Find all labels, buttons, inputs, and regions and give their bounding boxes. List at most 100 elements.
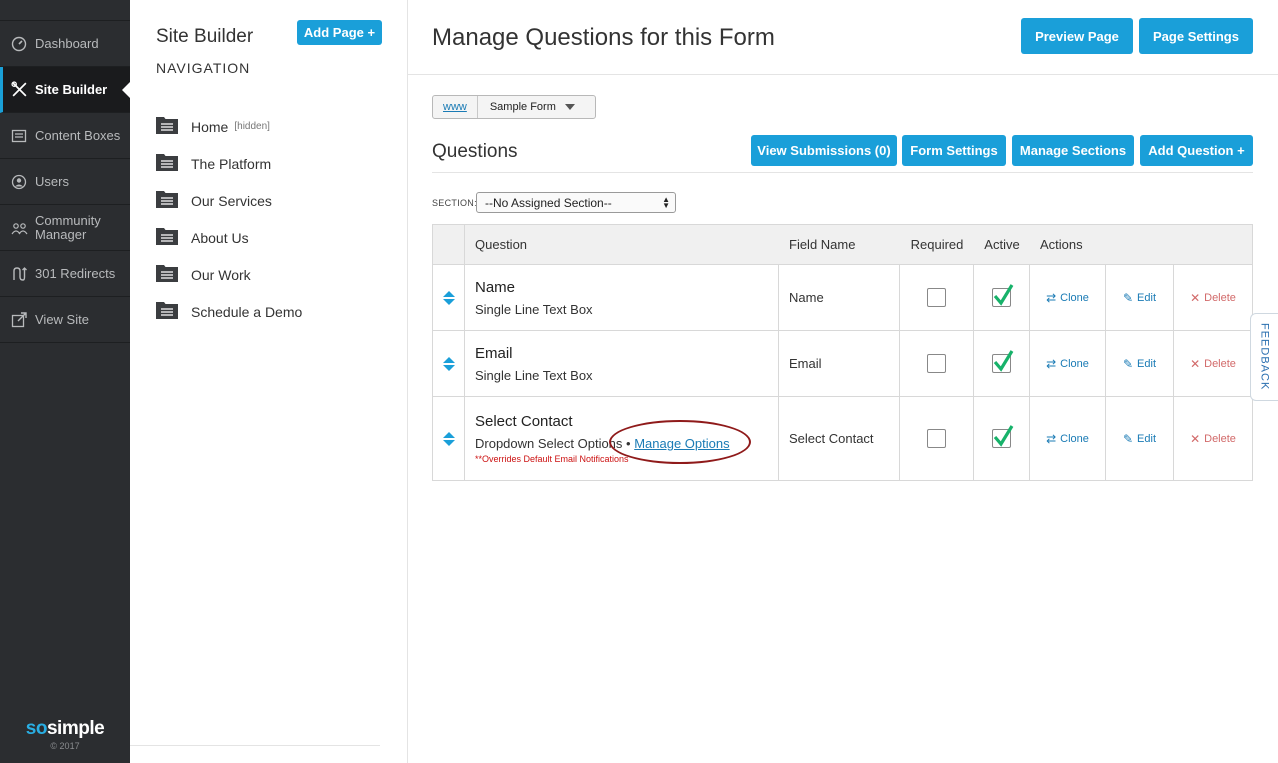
copyright-text: © 2017 — [50, 741, 80, 751]
nav-page-the-platform[interactable]: The Platform — [156, 145, 302, 182]
table-row: Name Single Line Text Box Name ⇄ Clone ✎ E… — [433, 265, 1252, 331]
nav-page-label: Our Work — [191, 266, 251, 283]
sidebar-item-label: View Site — [35, 311, 89, 327]
question-name: Email — [475, 344, 513, 362]
nav-page-our-services[interactable]: Our Services — [156, 182, 302, 219]
edit-link[interactable]: ✎ Edit — [1123, 291, 1156, 305]
question-type: Single Line Text Box — [475, 301, 593, 317]
close-icon: ✕ — [1190, 290, 1201, 305]
check-icon — [993, 284, 1014, 306]
nav-page-label: The Platform — [191, 155, 272, 172]
clone-label: Clone — [1060, 291, 1089, 304]
edit-cell: ✎ Edit — [1106, 265, 1174, 330]
override-note: **Overrides Default Email Notifications — [475, 454, 629, 464]
close-icon: ✕ — [1190, 356, 1201, 371]
manage-sections-button[interactable]: Manage Sections — [1012, 135, 1134, 166]
feedback-label: FEEDBACK — [1258, 323, 1271, 391]
clone-link[interactable]: ⇄ Clone — [1046, 432, 1089, 446]
sidebar-item-dashboard[interactable]: Dashboard — [0, 21, 130, 67]
field-name-cell: Name — [779, 265, 900, 330]
table-header-row: Question Field Name Required Active Acti… — [433, 225, 1252, 265]
header-question: Question — [475, 237, 528, 252]
clone-cell: ⇄ Clone — [1030, 397, 1106, 480]
nav-page-about-us[interactable]: About Us — [156, 219, 302, 256]
breadcrumb: www Sample Form — [432, 95, 596, 119]
navigation-panel: Site Builder Add Page + NAVIGATION Home … — [130, 0, 408, 763]
clone-cell: ⇄ Clone — [1030, 331, 1106, 396]
sidebar-item-community-manager[interactable]: Community Manager — [0, 205, 130, 251]
page-folder-icon — [156, 301, 178, 322]
refresh-icon: ⇄ — [1046, 431, 1057, 446]
clone-cell: ⇄ Clone — [1030, 265, 1106, 330]
nav-page-label: Schedule a Demo — [191, 303, 303, 320]
nav-page-label: Our Services — [191, 192, 272, 209]
questions-heading: Questions — [432, 141, 518, 162]
clone-label: Clone — [1060, 357, 1089, 370]
required-checkbox[interactable] — [927, 354, 946, 373]
breadcrumb-root-link[interactable]: www — [433, 96, 478, 118]
sidebar-item-label: Dashboard — [35, 35, 99, 51]
drag-handle-icon[interactable] — [433, 397, 465, 480]
navigation-heading: NAVIGATION — [156, 60, 251, 76]
content-boxes-icon — [10, 127, 28, 145]
refresh-icon: ⇄ — [1046, 290, 1057, 305]
add-page-button[interactable]: Add Page + — [297, 20, 382, 45]
sidebar-item-site-builder[interactable]: Site Builder — [0, 67, 130, 113]
section-select[interactable]: --No Assigned Section-- ▲ ▼ — [476, 192, 676, 213]
form-settings-button[interactable]: Form Settings — [902, 135, 1006, 166]
question-name: Name — [475, 278, 516, 296]
active-cell — [974, 331, 1030, 396]
delete-link[interactable]: ✕ Delete — [1190, 432, 1236, 446]
page-title: Manage Questions for this Form — [432, 24, 775, 51]
active-cell — [974, 397, 1030, 480]
page-folder-icon — [156, 227, 178, 248]
delete-link[interactable]: ✕ Delete — [1190, 291, 1236, 305]
feedback-tab[interactable]: FEEDBACK — [1250, 313, 1278, 401]
page-folder-icon — [156, 116, 178, 137]
view-submissions-button[interactable]: View Submissions (0) — [751, 135, 897, 166]
sidebar-item-users[interactable]: Users — [0, 159, 130, 205]
active-checkbox[interactable] — [992, 425, 1014, 448]
add-question-button[interactable]: Add Question + — [1140, 135, 1253, 166]
manage-options-link[interactable]: Manage Options — [634, 436, 729, 451]
sidebar-item-301-redirects[interactable]: 301 Redirects — [0, 251, 130, 297]
question-type: Single Line Text Box — [475, 367, 593, 383]
header-field-name: Field Name — [789, 237, 856, 252]
nav-page-schedule-a-demo[interactable]: Schedule a Demo — [156, 293, 302, 330]
active-checkbox[interactable] — [992, 284, 1014, 307]
question-name: Select Contact — [475, 413, 573, 430]
edit-link[interactable]: ✎ Edit — [1123, 432, 1156, 446]
required-checkbox[interactable] — [927, 429, 946, 448]
clone-link[interactable]: ⇄ Clone — [1046, 357, 1089, 371]
nav-page-our-work[interactable]: Our Work — [156, 256, 302, 293]
edit-label: Edit — [1137, 432, 1157, 445]
sidebar-item-content-boxes[interactable]: Content Boxes — [0, 113, 130, 159]
external-link-icon — [10, 311, 28, 329]
edit-cell: ✎ Edit — [1106, 397, 1174, 480]
edit-label: Edit — [1137, 291, 1157, 304]
dashboard-icon — [10, 35, 28, 53]
drag-handle-icon[interactable] — [433, 331, 465, 396]
header-drag-cell — [433, 225, 465, 264]
required-checkbox[interactable] — [927, 288, 946, 307]
breadcrumb-current-dropdown[interactable]: Sample Form — [478, 101, 575, 113]
clone-link[interactable]: ⇄ Clone — [1046, 291, 1089, 305]
sidebar-item-label: Content Boxes — [35, 127, 121, 143]
user-icon — [10, 173, 28, 191]
active-checkbox[interactable] — [992, 350, 1014, 373]
required-cell — [900, 397, 974, 480]
table-row: Email Single Line Text Box Email ⇄ Clone … — [433, 331, 1252, 397]
brand-logo: sosimple © 2017 — [0, 718, 130, 751]
drag-handle-icon[interactable] — [433, 265, 465, 330]
delete-label: Delete — [1204, 291, 1236, 304]
section-select-value: --No Assigned Section-- — [485, 195, 612, 210]
close-icon: ✕ — [1190, 431, 1201, 446]
preview-page-button[interactable]: Preview Page — [1021, 18, 1133, 54]
delete-link[interactable]: ✕ Delete — [1190, 357, 1236, 371]
questions-table: Question Field Name Required Active Acti… — [432, 224, 1253, 481]
sidebar-item-view-site[interactable]: View Site — [0, 297, 130, 343]
nav-page-home[interactable]: Home [hidden] — [156, 108, 302, 145]
edit-link[interactable]: ✎ Edit — [1123, 357, 1156, 371]
field-name-cell: Email — [779, 331, 900, 396]
page-settings-button[interactable]: Page Settings — [1139, 18, 1253, 54]
